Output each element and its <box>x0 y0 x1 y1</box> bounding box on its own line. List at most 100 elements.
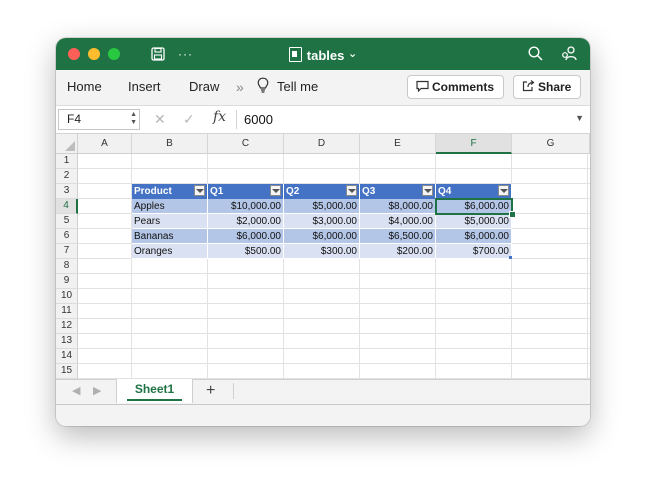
name-box-value: F4 <box>67 112 82 126</box>
worksheet-grid: A B C D E F G 1 2 3 4 5 6 7 8 9 10 11 12… <box>56 134 590 379</box>
share-icon <box>522 76 535 98</box>
table-cell[interactable]: $5,000.00 <box>436 214 512 229</box>
table-header-cell[interactable]: Q2 <box>284 184 360 199</box>
sheet-tab-bar: ◀ ▶ Sheet1 + <box>56 379 590 404</box>
comment-icon <box>416 76 429 98</box>
share-people-icon[interactable] <box>561 44 577 64</box>
status-bar <box>56 404 590 426</box>
excel-window: ··· tables ⌄ Home Insert Draw » Tell me … <box>56 38 590 426</box>
table-cell[interactable]: $5,000.00 <box>284 199 360 214</box>
table-cell[interactable]: $6,000.00 <box>284 229 360 244</box>
prev-sheet-icon[interactable]: ◀ <box>72 384 80 397</box>
formula-bar: F4 ▲ ▼ ✕ ✓ fx 6000 ▼ <box>56 106 590 134</box>
add-sheet-button[interactable]: + <box>206 381 215 401</box>
formula-expand-icon[interactable]: ▼ <box>575 113 584 123</box>
title-bar: ··· tables ⌄ <box>56 38 590 70</box>
formula-input[interactable]: 6000 <box>244 112 273 127</box>
table-header-cell[interactable]: Q1 <box>208 184 284 199</box>
row-header-15[interactable]: 15 <box>56 364 78 379</box>
table-cell[interactable]: $6,000.00 <box>208 229 284 244</box>
column-header-d[interactable]: D <box>284 134 360 154</box>
table-cell[interactable]: $8,000.00 <box>360 199 436 214</box>
row-header-4[interactable]: 4 <box>56 199 78 214</box>
document-icon <box>288 47 302 62</box>
sheet-tab-sheet1[interactable]: Sheet1 <box>116 379 193 403</box>
table-cell[interactable]: Apples <box>132 199 208 214</box>
select-all-button[interactable] <box>56 134 78 154</box>
header-q3: Q3 <box>362 186 376 197</box>
row-header-2[interactable]: 2 <box>56 169 78 184</box>
table-cell[interactable]: Bananas <box>132 229 208 244</box>
row-header-6[interactable]: 6 <box>56 229 78 244</box>
share-button[interactable]: Share <box>513 75 581 99</box>
ribbon-overflow-icon[interactable]: » <box>236 78 244 96</box>
table-header-cell[interactable]: Q3 <box>360 184 436 199</box>
table-cell[interactable]: $500.00 <box>208 244 284 259</box>
formula-separator <box>236 110 237 129</box>
tab-insert[interactable]: Insert <box>128 78 161 96</box>
column-header-e[interactable]: E <box>360 134 436 154</box>
row-header-14[interactable]: 14 <box>56 349 78 364</box>
comments-button[interactable]: Comments <box>407 75 504 99</box>
row-header-13[interactable]: 13 <box>56 334 78 349</box>
row-header-1[interactable]: 1 <box>56 154 78 169</box>
share-label: Share <box>538 80 572 94</box>
name-box[interactable]: F4 ▲ ▼ <box>58 109 140 130</box>
tell-me-search[interactable]: Tell me <box>277 78 318 96</box>
filter-dropdown-icon[interactable] <box>498 185 509 196</box>
table-cell[interactable]: $3,000.00 <box>284 214 360 229</box>
table-cell[interactable]: $200.00 <box>360 244 436 259</box>
table-resize-handle[interactable] <box>509 256 512 259</box>
filter-dropdown-icon[interactable] <box>346 185 357 196</box>
table-cell[interactable]: $6,000.00 <box>436 229 512 244</box>
table-cell[interactable]: $700.00 <box>436 244 512 259</box>
fill-handle[interactable] <box>509 211 516 218</box>
table-header-cell[interactable]: Product <box>132 184 208 199</box>
search-icon[interactable] <box>528 44 543 64</box>
filter-dropdown-icon[interactable] <box>422 185 433 196</box>
table-header-cell[interactable]: Q4 <box>436 184 512 199</box>
filter-dropdown-icon[interactable] <box>194 185 205 196</box>
table-cell[interactable]: $2,000.00 <box>208 214 284 229</box>
table-cell[interactable]: $300.00 <box>284 244 360 259</box>
confirm-icon: ✓ <box>183 111 195 127</box>
row-header-5[interactable]: 5 <box>56 214 78 229</box>
window-title[interactable]: tables ⌄ <box>56 45 590 65</box>
row-header-9[interactable]: 9 <box>56 274 78 289</box>
name-box-stepper-icon[interactable]: ▲ ▼ <box>130 111 137 127</box>
column-header-b[interactable]: B <box>132 134 208 154</box>
row-header-12[interactable]: 12 <box>56 319 78 334</box>
tab-home[interactable]: Home <box>67 78 102 96</box>
row-header-7[interactable]: 7 <box>56 244 78 259</box>
table-cell[interactable]: $10,000.00 <box>208 199 284 214</box>
header-product: Product <box>134 186 172 197</box>
window-title-text: tables <box>306 48 345 63</box>
table-cell[interactable]: Oranges <box>132 244 208 259</box>
title-chevron-icon: ⌄ <box>347 48 358 60</box>
row-header-11[interactable]: 11 <box>56 304 78 319</box>
insert-function-icon[interactable]: fx <box>213 109 226 125</box>
cancel-icon: ✕ <box>154 111 166 127</box>
table-cell[interactable]: Pears <box>132 214 208 229</box>
filter-dropdown-icon[interactable] <box>270 185 281 196</box>
lightbulb-icon <box>257 77 269 98</box>
cell-grid[interactable]: Product Q1 Q2 Q3 Q4 Apples $10,000.00 $5… <box>78 154 590 379</box>
tab-draw[interactable]: Draw <box>189 78 219 96</box>
table-cell[interactable]: $4,000.00 <box>360 214 436 229</box>
header-q4: Q4 <box>438 186 452 197</box>
ribbon: Home Insert Draw » Tell me Comments Shar… <box>56 70 590 106</box>
column-header-f[interactable]: F <box>436 134 512 154</box>
table-cell[interactable]: $6,500.00 <box>360 229 436 244</box>
column-header-c[interactable]: C <box>208 134 284 154</box>
row-header-8[interactable]: 8 <box>56 259 78 274</box>
row-header-10[interactable]: 10 <box>56 289 78 304</box>
header-q1: Q1 <box>210 186 224 197</box>
active-cell-selection[interactable] <box>435 198 513 215</box>
tab-separator <box>233 383 234 399</box>
comments-label: Comments <box>432 80 495 94</box>
column-header-a[interactable]: A <box>78 134 132 154</box>
row-header-3[interactable]: 3 <box>56 184 78 199</box>
next-sheet-icon[interactable]: ▶ <box>93 384 101 397</box>
header-q2: Q2 <box>286 186 300 197</box>
column-header-g[interactable]: G <box>512 134 590 154</box>
